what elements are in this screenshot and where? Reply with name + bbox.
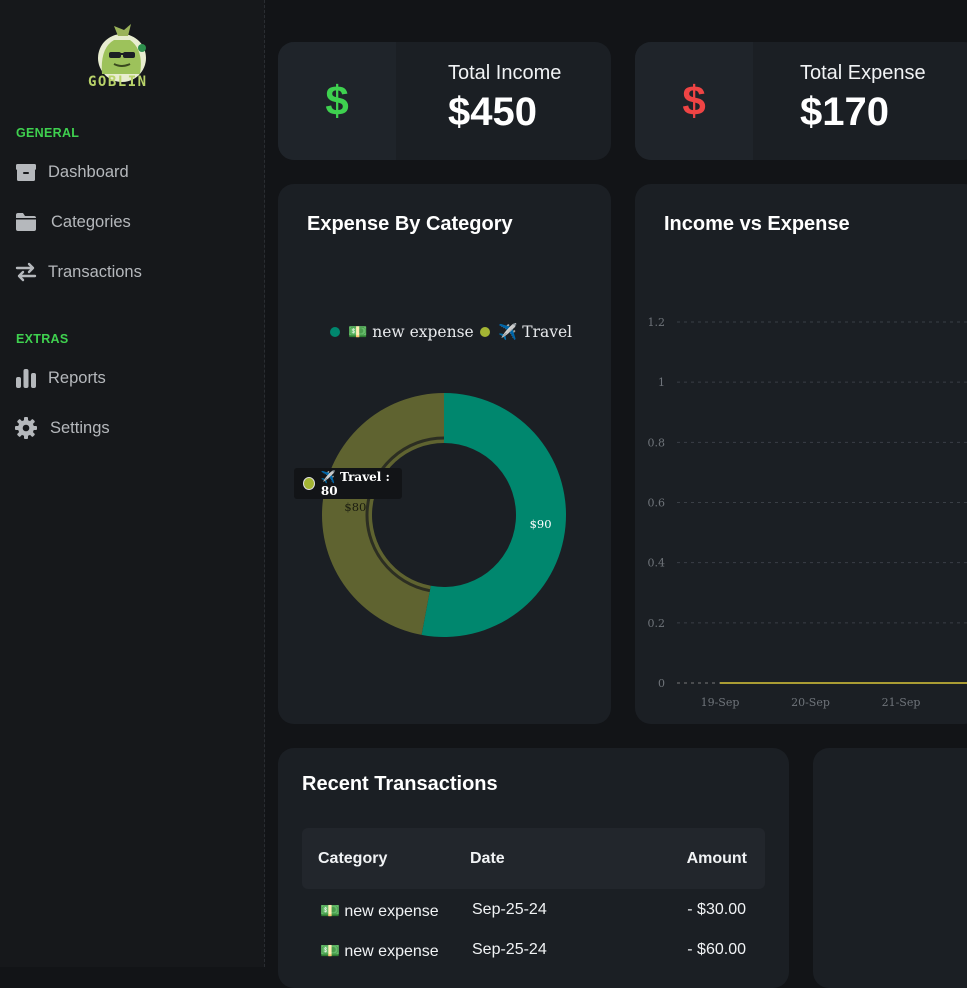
transactions-table: Category Date Amount 💵 new expense Sep-2… [302,828,765,969]
total-income-card: $ Total Income $450 [278,42,611,160]
donut-chart: $90 $80 💵 new expense ✈️ Travel [321,322,572,637]
x-tick-label: 19-Sep [701,696,740,709]
dollar-icon: $ [682,77,706,124]
row-date: Sep-25-24 [472,901,547,918]
swap-arrows-icon [15,262,37,282]
legend-marker [480,327,490,337]
income-icon-box: $ [278,42,396,160]
row-category: 💵 new expense [320,903,439,920]
stat-title: Total Expense [800,62,926,84]
legend-label: 💵 new expense [348,323,474,341]
box-icon [16,164,36,181]
sidebar-item-transactions[interactable]: Transactions [14,257,142,287]
expense-by-category-card: Expense By Category $90 $80 💵 new expense ✈… [278,184,611,724]
chart-tooltip: ✈️ Travel : 80 [294,468,402,499]
sidebar-item-categories[interactable]: Categories [14,207,131,237]
y-tick-label: 0.8 [648,436,666,449]
column-header-category: Category [318,850,388,867]
legend-marker [330,327,340,337]
row-amount: - $60.00 [687,941,746,958]
income-vs-expense-card: Income vs Expense 0 0.2 0.4 0.6 0.8 1 1.2 19-Se… [635,184,967,724]
table-row[interactable]: 💵 new expense Sep-25-24 - $60.00 [302,929,765,969]
total-expense-card: $ Total Expense $170 [635,42,967,160]
section-label-general: GENERAL [16,126,80,140]
slice-data-label: $80 [344,500,366,514]
bar-chart-icon [16,369,36,388]
recent-transactions-card: Recent Transactions Category Date Amount… [278,748,789,988]
sidebar-item-dashboard[interactable]: Dashboard [14,157,129,187]
extra-card [813,748,967,988]
gear-icon [15,417,37,439]
expense-icon-box: $ [635,42,753,160]
legend-label: ✈️ Travel [498,322,572,341]
sidebar-item-label: Transactions [48,262,142,281]
column-header-amount: Amount [686,850,747,867]
sidebar-item-label: Dashboard [48,162,129,181]
sidebar-item-label: Reports [48,368,106,387]
row-category: 💵 new expense [320,943,439,960]
y-tick-label: 0.6 [648,497,666,510]
row-date: Sep-25-24 [472,941,547,958]
stat-value: $170 [800,90,889,134]
x-tick-label: 21-Sep [882,696,921,709]
sidebar-item-label: Settings [50,418,110,437]
sidebar-item-label: Categories [51,212,131,231]
sidebar: GOBLIN GENERAL Dashboard Categories Tran… [0,0,265,967]
card-title: Recent Transactions [302,773,498,795]
row-amount: - $30.00 [687,901,746,918]
table-header: Category Date Amount [302,828,765,889]
y-tick-label: 0.4 [648,557,666,570]
tooltip-text: ✈️ Travel : 80 [320,469,390,498]
y-tick-label: 1 [658,376,665,389]
sidebar-item-settings[interactable]: Settings [14,413,110,443]
y-tick-label: 0 [658,677,665,690]
line-chart: 0 0.2 0.4 0.6 0.8 1 1.2 19-Sep 20-Sep 21-Sep [648,316,967,709]
section-label-extras: EXTRAS [16,332,69,346]
y-tick-label: 0.2 [648,617,666,630]
y-tick-label: 1.2 [648,316,666,329]
column-header-date: Date [470,850,505,867]
stat-value: $450 [448,90,537,134]
folder-icon [16,213,36,231]
sidebar-item-reports[interactable]: Reports [14,363,106,393]
slice-data-label: $90 [530,517,552,531]
donut-slice [321,393,444,635]
tooltip-dot [303,477,315,490]
dollar-icon: $ [325,77,349,124]
stat-title: Total Income [448,62,562,84]
table-row[interactable]: 💵 new expense Sep-25-24 - $30.00 [302,889,765,929]
brand-name: GOBLIN [88,74,148,90]
x-tick-label: 20-Sep [791,696,830,709]
